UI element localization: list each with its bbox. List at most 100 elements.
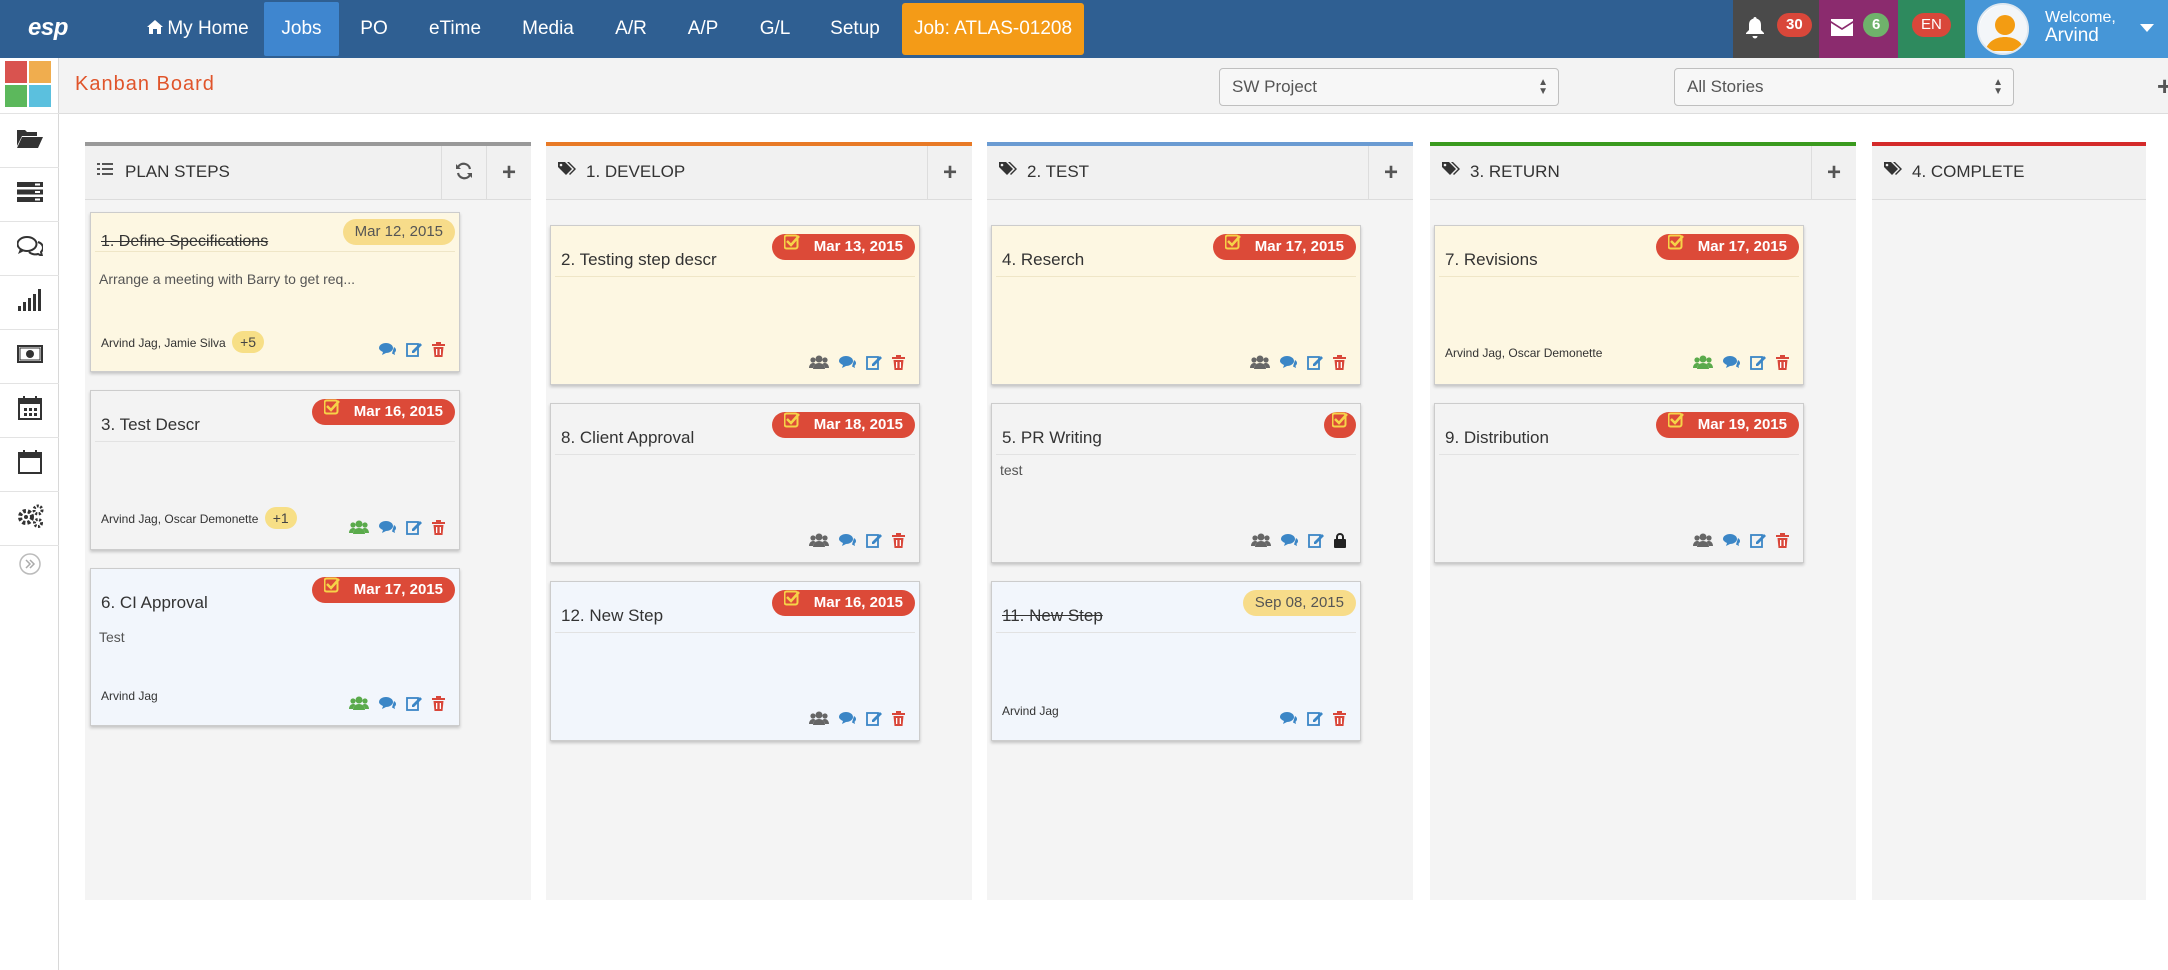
nav-setup[interactable]: Setup — [824, 0, 886, 58]
trash-icon[interactable] — [1776, 354, 1789, 370]
comment-icon[interactable] — [1723, 533, 1740, 547]
project-select[interactable]: SW Project ▲ ▼ — [1219, 68, 1559, 106]
edit-icon[interactable] — [866, 710, 882, 726]
edit-icon[interactable] — [406, 695, 422, 711]
user-menu[interactable]: Welcome, Arvind — [1965, 0, 2168, 58]
team-icon[interactable] — [349, 696, 369, 710]
team-icon[interactable] — [809, 533, 829, 547]
nav-gl[interactable]: G/L — [752, 0, 798, 58]
nav-ap[interactable]: A/P — [680, 0, 726, 58]
comment-icon[interactable] — [1280, 711, 1297, 725]
add-step-button[interactable]: + — [1811, 146, 1856, 200]
kanban-card[interactable]: 9. Distribution Mar 19, 2015 — [1434, 403, 1804, 563]
kanban-card[interactable]: 1. Define Specifications Mar 12, 2015 Ar… — [90, 212, 460, 372]
trash-icon[interactable] — [892, 532, 905, 548]
kanban-card[interactable]: 2. Testing step descr Mar 13, 2015 — [550, 225, 920, 385]
card-divider — [95, 441, 455, 442]
sidebar-item-chat[interactable] — [0, 222, 59, 276]
nav-jobs[interactable]: Jobs — [264, 2, 339, 56]
add-board-button[interactable]: + — [2157, 73, 2168, 99]
card-title: 11. New Step — [1002, 606, 1103, 625]
comment-icon[interactable] — [379, 696, 396, 710]
kanban-card[interactable]: 4. Reserch Mar 17, 2015 — [991, 225, 1361, 385]
sidebar-item-calendar[interactable] — [0, 384, 59, 438]
card-description: Arrange a meeting with Barry to get req.… — [99, 271, 356, 287]
edit-icon[interactable] — [1750, 532, 1766, 548]
job-button[interactable]: Job: ATLAS-01208 — [902, 3, 1084, 55]
sidebar-item-list[interactable] — [0, 168, 59, 222]
add-step-button[interactable]: + — [1368, 146, 1413, 200]
edit-icon[interactable] — [1308, 532, 1324, 548]
sidebar-item-folders[interactable] — [0, 114, 59, 168]
comment-icon[interactable] — [1281, 533, 1298, 547]
sidebar-expand-button[interactable] — [0, 546, 59, 586]
edit-icon[interactable] — [866, 354, 882, 370]
sidebar-item-money[interactable] — [0, 330, 59, 384]
trash-icon[interactable] — [432, 341, 445, 357]
kanban-card[interactable]: 3. Test Descr Mar 16, 2015 Arvind Jag, O… — [90, 390, 460, 550]
comment-icon[interactable] — [839, 711, 856, 725]
kanban-card[interactable]: 12. New Step Mar 16, 2015 — [550, 581, 920, 741]
messages-button[interactable]: 6 — [1819, 0, 1898, 58]
team-icon[interactable] — [1693, 355, 1713, 369]
team-icon[interactable] — [1250, 355, 1270, 369]
sidebar-item-schedule[interactable] — [0, 438, 59, 492]
nav-etime[interactable]: eTime — [422, 0, 488, 58]
kanban-card[interactable]: 6. CI Approval Mar 17, 2015 Test Arvind … — [90, 568, 460, 726]
column-title: 2. TEST — [1027, 162, 1090, 181]
date-text: Mar 17, 2015 — [1697, 238, 1787, 255]
trash-icon[interactable] — [432, 695, 445, 711]
team-icon[interactable] — [1251, 533, 1271, 547]
notifications-button[interactable]: 30 — [1733, 0, 1819, 58]
add-step-button[interactable]: + — [927, 146, 972, 200]
gears-icon — [16, 504, 44, 533]
welcome-text: Welcome, Arvind — [2045, 9, 2116, 45]
edit-icon[interactable] — [406, 341, 422, 357]
checkbox-icon — [783, 589, 800, 615]
sidebar-item-reports[interactable] — [0, 276, 59, 330]
trash-icon[interactable] — [892, 710, 905, 726]
language-button[interactable]: EN — [1898, 0, 1965, 58]
trash-icon[interactable] — [1776, 532, 1789, 548]
kanban-card[interactable]: 5. PR Writing test — [991, 403, 1361, 563]
comment-icon[interactable] — [1280, 355, 1297, 369]
team-icon[interactable] — [1693, 533, 1713, 547]
lock-icon[interactable] — [1334, 532, 1346, 548]
edit-icon[interactable] — [406, 519, 422, 535]
comment-icon[interactable] — [839, 533, 856, 547]
assignees: Arvind Jag — [1002, 704, 1059, 718]
comment-icon[interactable] — [1723, 355, 1740, 369]
kanban-card[interactable]: 8. Client Approval Mar 18, 2015 — [550, 403, 920, 563]
edit-icon[interactable] — [1750, 354, 1766, 370]
apps-tile-button[interactable] — [0, 58, 59, 114]
nav-my-home[interactable]: My Home — [138, 0, 258, 58]
nav-po[interactable]: PO — [350, 0, 398, 58]
add-step-button[interactable]: + — [486, 146, 531, 200]
comment-icon[interactable] — [839, 355, 856, 369]
comment-icon[interactable] — [379, 342, 396, 356]
trash-icon[interactable] — [1333, 710, 1346, 726]
team-icon[interactable] — [809, 355, 829, 369]
trash-icon[interactable] — [1333, 354, 1346, 370]
team-icon[interactable] — [349, 520, 369, 534]
card-actions — [809, 710, 905, 726]
nav-ar[interactable]: A/R — [608, 0, 654, 58]
comment-icon[interactable] — [379, 520, 396, 534]
card-title: 12. New Step — [561, 606, 664, 625]
date-text: Mar 17, 2015 — [353, 581, 443, 598]
kanban-card[interactable]: 11. New Step Sep 08, 2015 Arvind Jag — [991, 581, 1361, 741]
kanban-card[interactable]: 7. Revisions Mar 17, 2015 Arvind Jag, Os… — [1434, 225, 1804, 385]
team-icon[interactable] — [809, 711, 829, 725]
trash-icon[interactable] — [892, 354, 905, 370]
edit-icon[interactable] — [1307, 354, 1323, 370]
trash-icon[interactable] — [432, 519, 445, 535]
esp-logo[interactable]: esp — [28, 14, 68, 42]
edit-icon[interactable] — [866, 532, 882, 548]
refresh-button[interactable] — [441, 146, 486, 200]
checkbox-icon — [1224, 233, 1241, 259]
nav-media[interactable]: Media — [515, 0, 581, 58]
edit-icon[interactable] — [1307, 710, 1323, 726]
stories-select[interactable]: All Stories ▲ ▼ — [1674, 68, 2014, 106]
sidebar-item-settings[interactable] — [0, 492, 59, 546]
date-badge: Mar 17, 2015 — [1655, 234, 1799, 260]
